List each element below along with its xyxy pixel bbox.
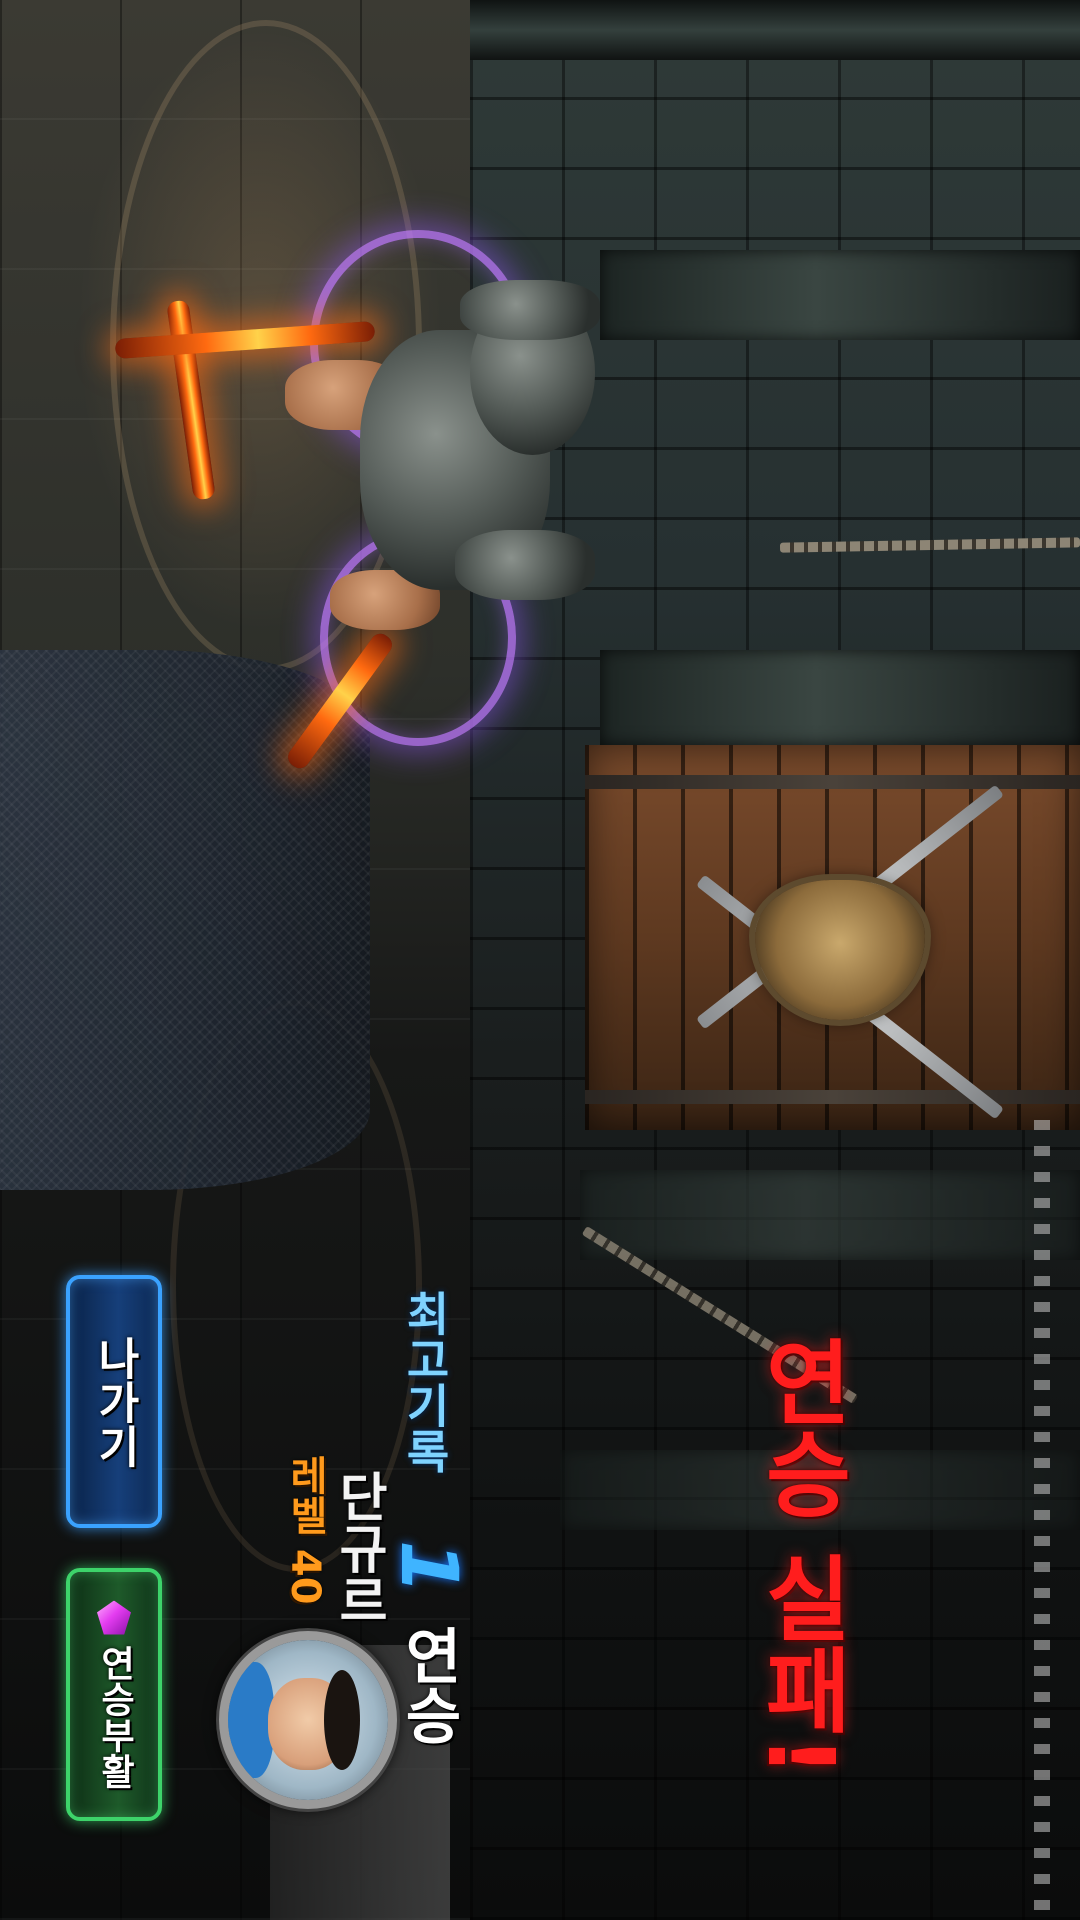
wall-pillar (600, 650, 1080, 745)
streak-revive-button[interactable]: 연승부활 (66, 1568, 162, 1821)
gate-strap (585, 775, 1080, 789)
exit-button[interactable]: 나가기 (66, 1275, 162, 1528)
wall-pillar (580, 1170, 1080, 1260)
gem-icon (97, 1600, 131, 1635)
ceiling-beam (470, 0, 1080, 60)
best-record-count: 1 (383, 1540, 473, 1595)
player-level: 레벨 40 (282, 1455, 328, 1605)
streak-revive-label: 연승부활 (94, 1644, 135, 1789)
knight-shoulder (460, 280, 600, 340)
player-avatar (228, 1640, 388, 1800)
player-name: 단규르 (328, 1470, 388, 1626)
best-record-label: 최고기록 (398, 1290, 452, 1474)
gate-strap (585, 1090, 1080, 1104)
avatar-hair (324, 1670, 360, 1770)
best-record-unit: 연승 (393, 1625, 463, 1745)
game-scene: 연승 실패! 최고기록 1 연승 단규르 레벨 40 나가기 연승부활 (0, 0, 1080, 1920)
knight-shoulder (455, 530, 595, 600)
wall-pillar (600, 250, 1080, 340)
exit-button-label: 나가기 (89, 1335, 140, 1468)
streak-fail-title: 연승 실패! (747, 1335, 854, 1777)
